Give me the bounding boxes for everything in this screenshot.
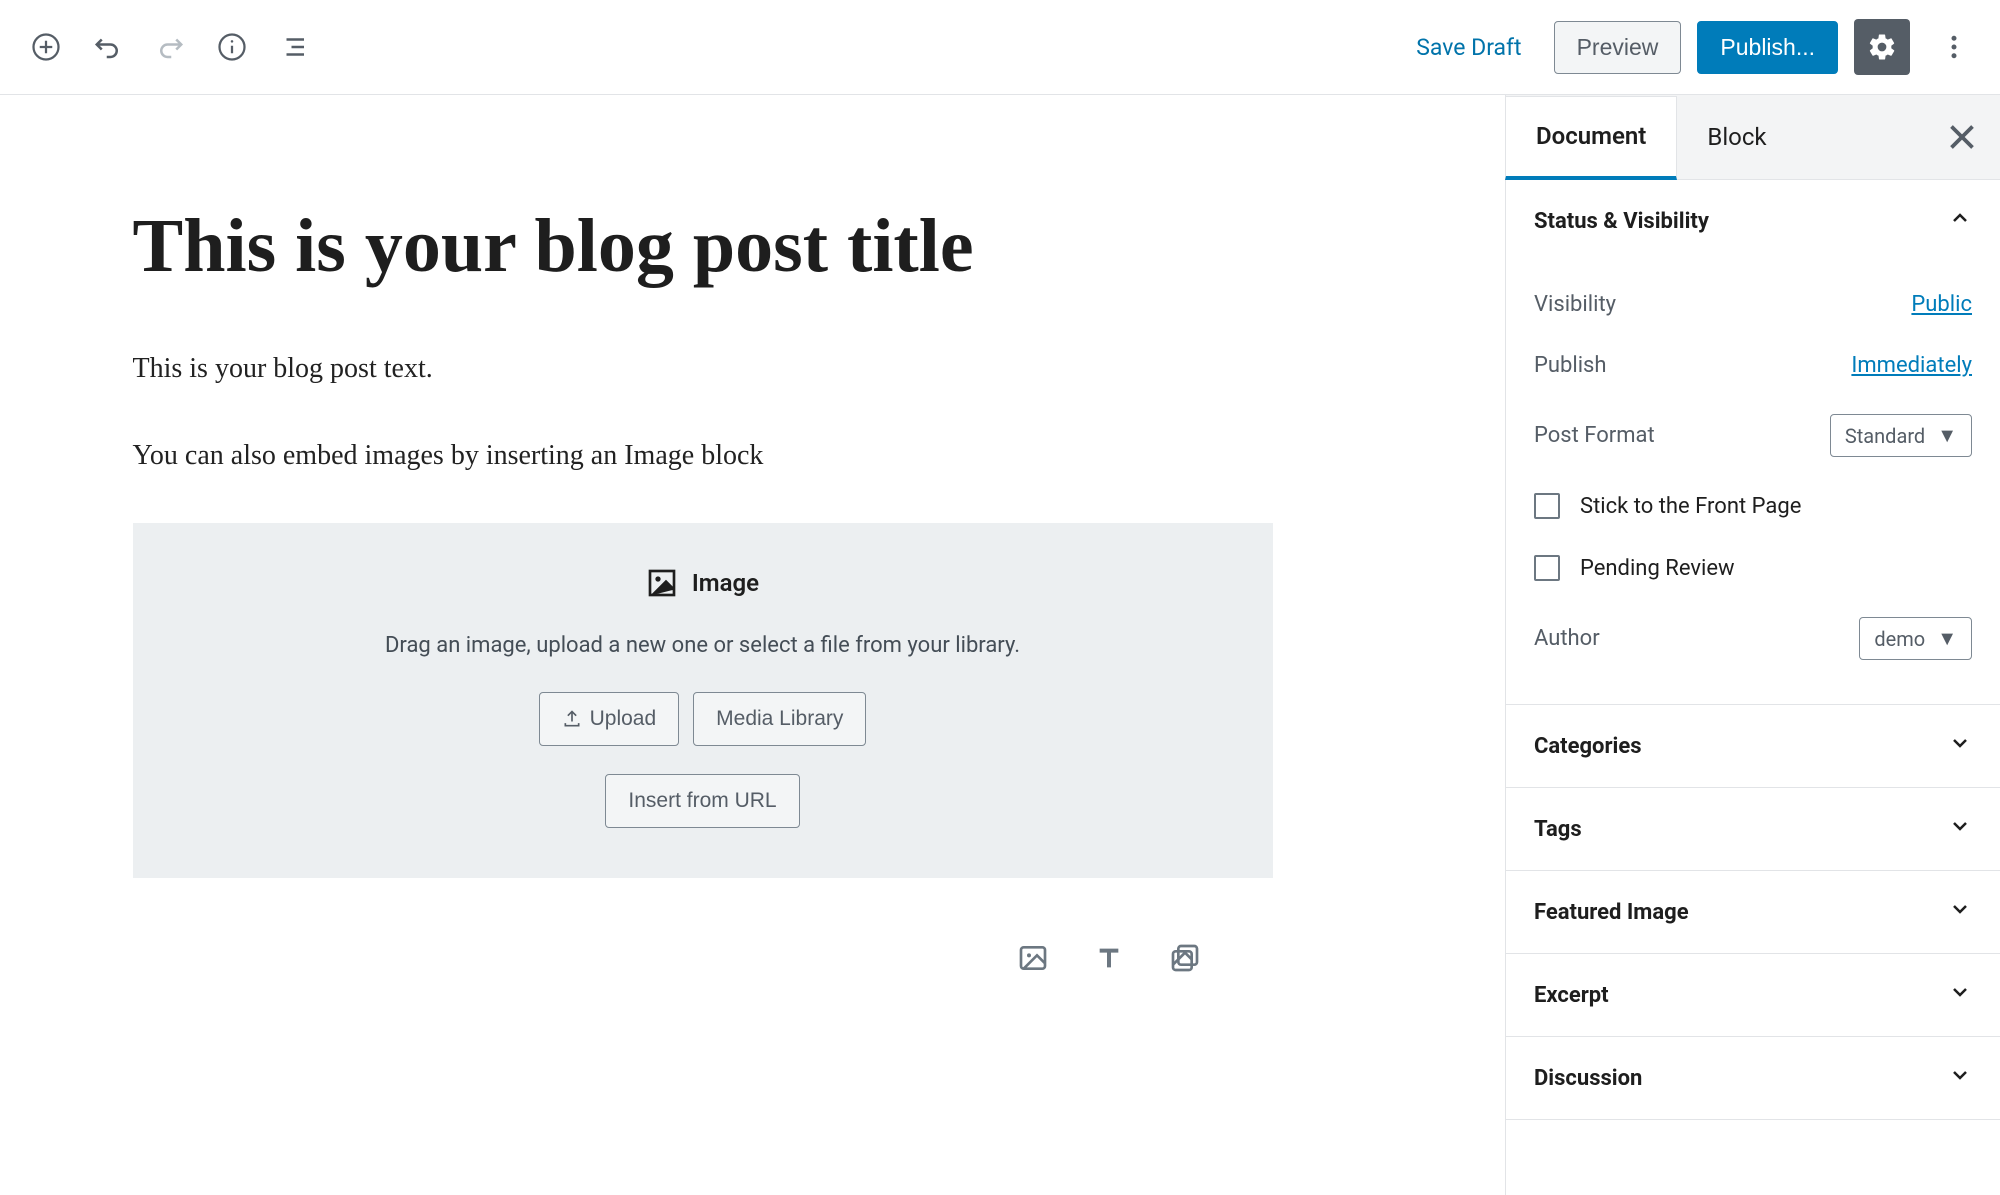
panel-discussion-toggle[interactable]: Discussion [1506,1037,2000,1120]
outline-icon [279,32,309,62]
upload-icon [562,709,582,729]
panel-excerpt-label: Excerpt [1534,983,1609,1008]
upload-button[interactable]: Upload [539,692,680,746]
panel-featured-image-toggle[interactable]: Featured Image [1506,871,2000,954]
chevron-down-icon [1948,814,1972,844]
kebab-icon [1939,32,1969,62]
author-value: demo [1874,627,1925,651]
info-icon [217,32,247,62]
tab-document[interactable]: Document [1505,96,1677,180]
add-block-button[interactable] [28,29,64,65]
plus-circle-icon [31,32,61,62]
image-block-buttons: Upload Media Library Insert from URL [163,692,1243,828]
panel-excerpt-toggle[interactable]: Excerpt [1506,954,2000,1037]
close-icon [1944,119,1980,155]
toolbar-left [18,29,312,65]
post-format-select[interactable]: Standard ▼ [1830,414,1972,457]
visibility-label: Visibility [1534,292,1616,317]
more-options-button[interactable] [1926,19,1982,75]
editor-canvas-wrap: This is your blog post title This is you… [0,95,1505,1195]
post-title[interactable]: This is your blog post title [133,205,1273,289]
chevron-down-icon [1948,897,1972,927]
chevron-down-icon [1948,731,1972,761]
top-toolbar: Save Draft Preview Publish... [0,0,2000,95]
image-block-label: Image [692,569,759,597]
toolbar-right: Save Draft Preview Publish... [1400,19,1982,75]
text-icon [1093,942,1125,974]
stick-front-label: Stick to the Front Page [1580,494,1801,519]
post-paragraph-2[interactable]: You can also embed images by inserting a… [133,436,1273,475]
image-block-placeholder[interactable]: Image Drag an image, upload a new one or… [133,523,1273,878]
checkbox-icon [1534,493,1560,519]
dropdown-icon: ▼ [1937,423,1957,448]
gear-icon [1867,32,1897,62]
chevron-down-icon [1948,980,1972,1010]
image-block-header: Image [646,567,759,599]
save-draft-button[interactable]: Save Draft [1400,24,1537,71]
post-format-label: Post Format [1534,423,1655,448]
pending-review-checkbox[interactable]: Pending Review [1534,537,1972,599]
image-block-subtitle: Drag an image, upload a new one or selec… [163,633,1243,658]
tab-block[interactable]: Block [1677,95,1796,179]
panel-tags-toggle[interactable]: Tags [1506,788,2000,871]
dropdown-icon: ▼ [1937,626,1957,651]
author-select[interactable]: demo ▼ [1859,617,1972,660]
undo-icon [93,32,123,62]
pending-review-label: Pending Review [1580,556,1735,581]
visibility-row: Visibility Public [1534,274,1972,335]
panel-discussion-label: Discussion [1534,1066,1642,1091]
post-paragraph-1[interactable]: This is your blog post text. [133,349,1273,388]
image-icon [646,567,678,599]
insert-gallery-button[interactable] [1165,938,1205,978]
panel-status-visibility-label: Status & Visibility [1534,209,1709,234]
editor-canvas: This is your blog post title This is you… [233,205,1273,1195]
panel-categories-label: Categories [1534,734,1642,759]
redo-icon [155,32,185,62]
publish-label: Publish [1534,353,1607,378]
redo-button[interactable] [152,29,188,65]
stick-front-checkbox[interactable]: Stick to the Front Page [1534,475,1972,537]
post-format-value: Standard [1845,424,1925,448]
close-sidebar-button[interactable] [1944,119,1980,155]
image-icon [1017,942,1049,974]
panel-categories-toggle[interactable]: Categories [1506,705,2000,788]
author-row: Author demo ▼ [1534,599,1972,678]
upload-label: Upload [590,707,657,731]
post-format-row: Post Format Standard ▼ [1534,396,1972,475]
gallery-icon [1169,942,1201,974]
panel-status-visibility-body: Visibility Public Publish Immediately Po… [1506,262,2000,705]
insert-image-button[interactable] [1013,938,1053,978]
preview-button[interactable]: Preview [1554,21,1682,74]
panel-tags-label: Tags [1534,817,1582,842]
insert-from-url-button[interactable]: Insert from URL [605,774,799,828]
visibility-value[interactable]: Public [1911,292,1972,317]
publish-button[interactable]: Publish... [1697,21,1838,74]
author-label: Author [1534,626,1600,651]
main-layout: This is your blog post title This is you… [0,95,2000,1195]
checkbox-icon [1534,555,1560,581]
chevron-up-icon [1948,206,1972,236]
block-navigation-button[interactable] [276,29,312,65]
chevron-down-icon [1948,1063,1972,1093]
settings-sidebar: Document Block Status & Visibility Visib… [1505,95,2000,1195]
publish-value[interactable]: Immediately [1851,353,1972,378]
undo-button[interactable] [90,29,126,65]
quick-insert-row [1013,938,1273,978]
sidebar-tabs: Document Block [1506,95,2000,180]
publish-row: Publish Immediately [1534,335,1972,396]
panel-status-visibility-toggle[interactable]: Status & Visibility [1506,180,2000,262]
media-library-button[interactable]: Media Library [693,692,866,746]
content-info-button[interactable] [214,29,250,65]
panel-featured-image-label: Featured Image [1534,900,1689,925]
insert-heading-button[interactable] [1089,938,1129,978]
settings-button[interactable] [1854,19,1910,75]
